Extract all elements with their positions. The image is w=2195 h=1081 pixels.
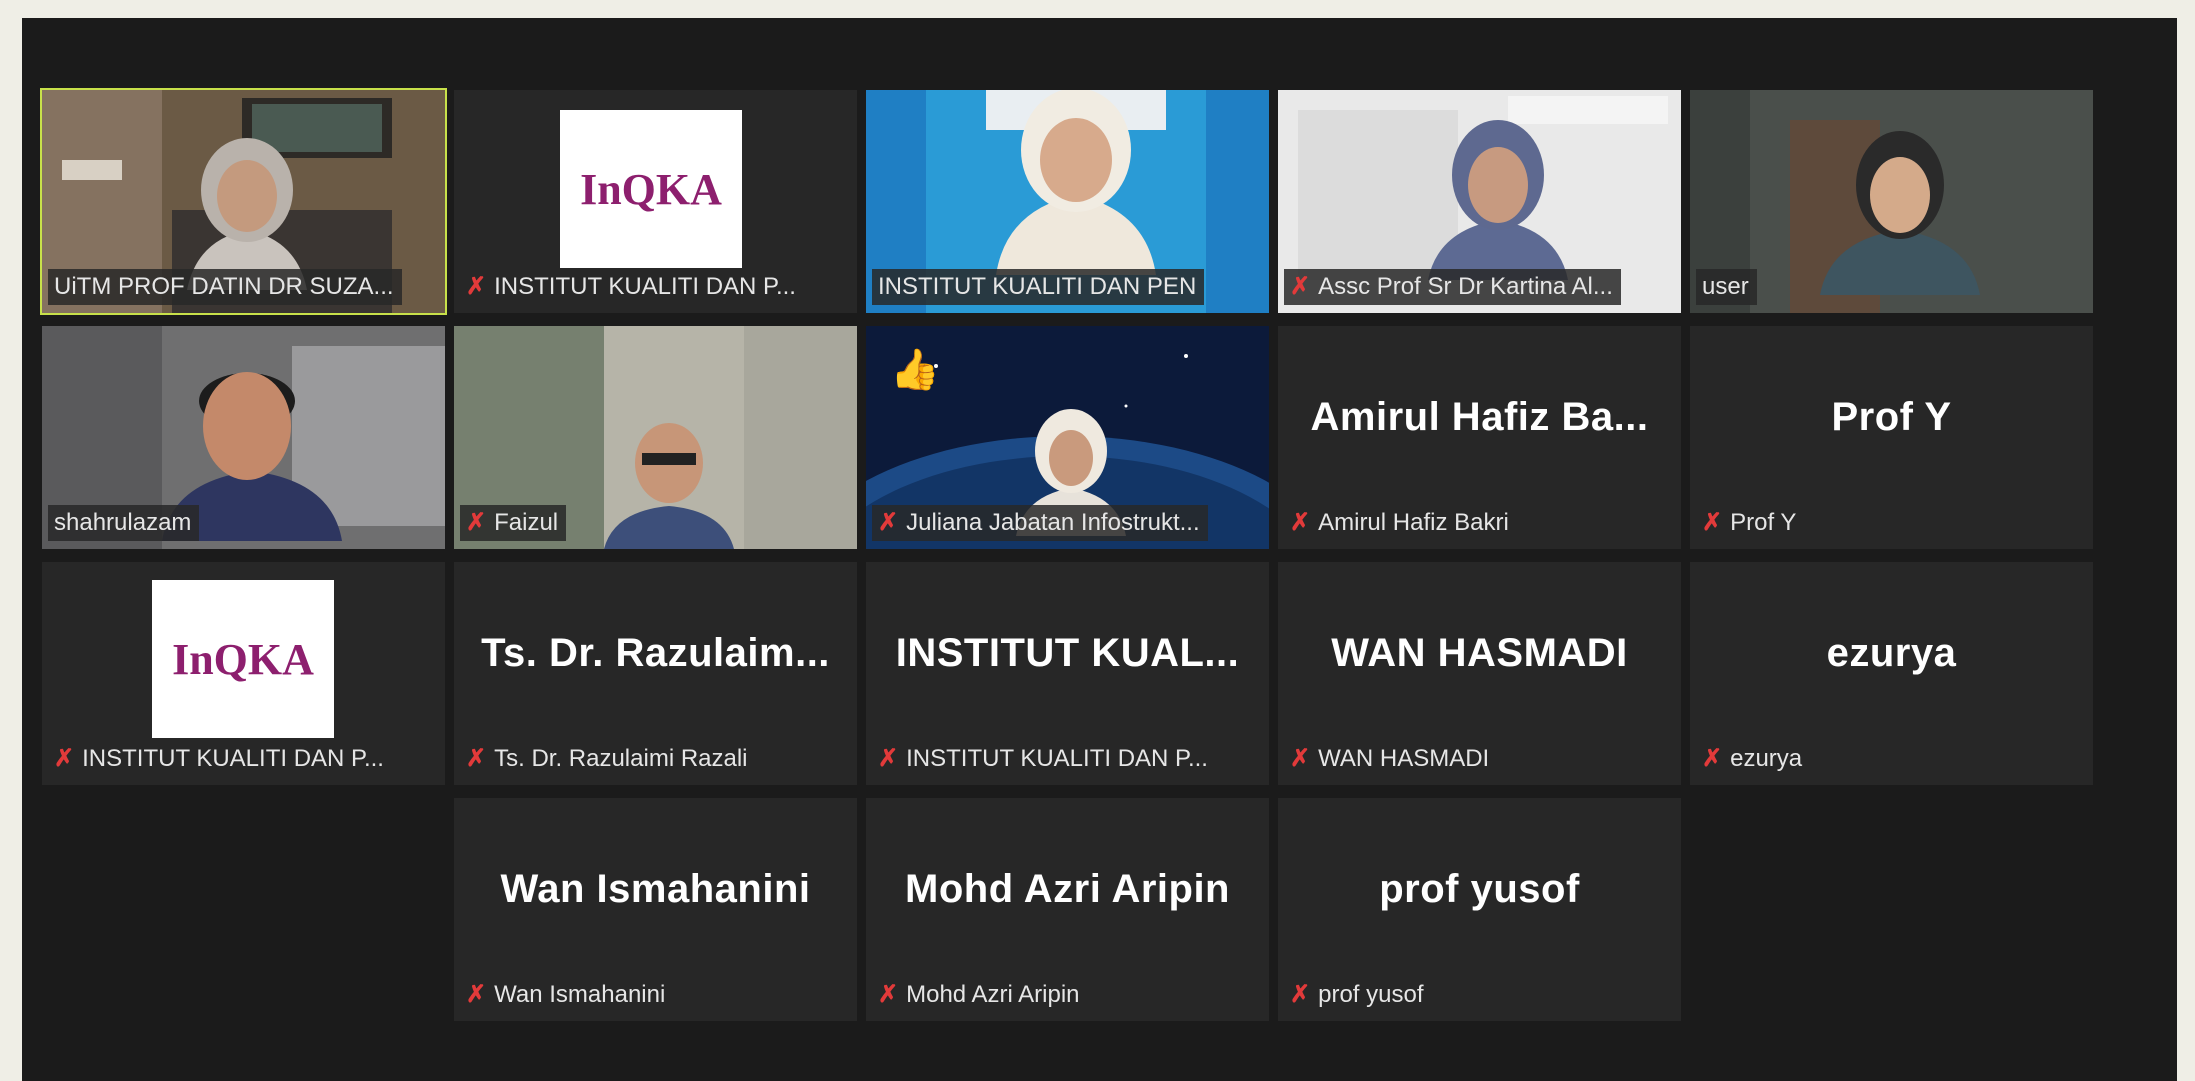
participant-label: shahrulazam bbox=[48, 505, 200, 541]
participant-video bbox=[1820, 131, 1980, 295]
muted-mic-icon: ✗ bbox=[1702, 509, 1723, 536]
muted-mic-icon: ✗ bbox=[1290, 745, 1311, 772]
muted-mic-icon: ✗ bbox=[54, 745, 75, 772]
participant-label: user bbox=[1696, 269, 1757, 305]
participant-label: ✗ Amirul Hafiz Bakri bbox=[1284, 505, 1517, 541]
inqka-logo: InQKA bbox=[152, 580, 334, 738]
participant-name: Prof Y bbox=[1730, 509, 1797, 536]
muted-mic-icon: ✗ bbox=[878, 981, 899, 1008]
video-tile-active-speaker[interactable]: UiTM PROF DATIN DR SUZA... bbox=[40, 88, 447, 315]
name-tile[interactable]: Ts. Dr. Razulaim... ✗ Ts. Dr. Razulaimi … bbox=[454, 562, 857, 785]
video-tile[interactable]: INSTITUT KUALITI DAN PEN bbox=[866, 90, 1269, 313]
muted-mic-icon: ✗ bbox=[466, 745, 487, 772]
name-tile[interactable]: Mohd Azri Aripin ✗ Mohd Azri Aripin bbox=[866, 798, 1269, 1021]
participant-name: ezurya bbox=[1730, 745, 1803, 772]
participant-label: ✗ INSTITUT KUALITI DAN P... bbox=[460, 269, 804, 305]
thumbs-up-reaction-icon: 👍 bbox=[890, 348, 940, 392]
participant-video bbox=[996, 90, 1156, 275]
participant-display-name: INSTITUT KUAL... bbox=[895, 631, 1240, 675]
video-tile[interactable]: user bbox=[1690, 90, 2093, 313]
participant-name: INSTITUT KUALITI DAN PEN bbox=[878, 273, 1197, 300]
participant-display-name: Prof Y bbox=[1831, 395, 1952, 439]
participant-display-name: ezurya bbox=[1826, 631, 1957, 675]
name-tile[interactable]: prof yusof ✗ prof yusof bbox=[1278, 798, 1681, 1021]
participant-label: ✗ Assc Prof Sr Dr Kartina Al... bbox=[1284, 269, 1621, 305]
video-tile[interactable]: InQKA ✗ INSTITUT KUALITI DAN P... bbox=[42, 562, 445, 785]
empty-slot bbox=[42, 798, 445, 1021]
participant-display-name: Wan Ismahanini bbox=[500, 867, 811, 911]
participant-label: ✗ Mohd Azri Aripin bbox=[872, 977, 1088, 1013]
participant-label: ✗ Juliana Jabatan Infostrukt... bbox=[872, 505, 1208, 541]
name-tile[interactable]: Wan Ismahanini ✗ Wan Ismahanini bbox=[454, 798, 857, 1021]
participant-name: Mohd Azri Aripin bbox=[906, 981, 1080, 1008]
video-tile[interactable]: shahrulazam bbox=[42, 326, 445, 549]
participant-name: INSTITUT KUALITI DAN P... bbox=[494, 273, 796, 300]
muted-mic-icon: ✗ bbox=[1290, 509, 1311, 536]
participant-video bbox=[604, 423, 734, 549]
inqka-logo: InQKA bbox=[560, 110, 742, 268]
participant-label: ✗ Ts. Dr. Razulaimi Razali bbox=[460, 741, 756, 777]
participant-name: Juliana Jabatan Infostrukt... bbox=[906, 509, 1200, 536]
participant-name: INSTITUT KUALITI DAN P... bbox=[906, 745, 1208, 772]
participant-label: ✗ Prof Y bbox=[1696, 505, 1805, 541]
name-tile[interactable]: ezurya ✗ ezurya bbox=[1690, 562, 2093, 785]
muted-mic-icon: ✗ bbox=[466, 273, 487, 300]
participant-name: UiTM PROF DATIN DR SUZA... bbox=[54, 273, 394, 300]
participant-name: Ts. Dr. Razulaimi Razali bbox=[494, 745, 748, 772]
muted-mic-icon: ✗ bbox=[1290, 273, 1311, 300]
name-tile[interactable]: Prof Y ✗ Prof Y bbox=[1690, 326, 2093, 549]
video-tile[interactable]: 👍 ✗ Juliana Jabatan Infostrukt... bbox=[866, 326, 1269, 549]
name-tile[interactable]: WAN HASMADI ✗ WAN HASMADI bbox=[1278, 562, 1681, 785]
muted-mic-icon: ✗ bbox=[1290, 981, 1311, 1008]
participant-label: ✗ INSTITUT KUALITI DAN P... bbox=[48, 741, 392, 777]
participant-name: Wan Ismahanini bbox=[494, 981, 666, 1008]
participant-label: ✗ Wan Ismahanini bbox=[460, 977, 674, 1013]
meeting-window: UiTM PROF DATIN DR SUZA... InQKA ✗ INSTI… bbox=[22, 18, 2177, 1081]
muted-mic-icon: ✗ bbox=[1702, 745, 1723, 772]
video-tile[interactable]: ✗ Assc Prof Sr Dr Kartina Al... bbox=[1278, 90, 1681, 313]
participant-video bbox=[187, 138, 307, 290]
participant-name: shahrulazam bbox=[54, 509, 192, 536]
participant-display-name: Ts. Dr. Razulaim... bbox=[481, 631, 830, 675]
muted-mic-icon: ✗ bbox=[466, 981, 487, 1008]
participant-display-name: WAN HASMADI bbox=[1331, 631, 1628, 675]
participant-name: Faizul bbox=[494, 509, 559, 536]
participant-name: Amirul Hafiz Bakri bbox=[1318, 509, 1509, 536]
logo-text: InQKA bbox=[172, 634, 314, 684]
muted-mic-icon: ✗ bbox=[878, 745, 899, 772]
participant-display-name: Mohd Azri Aripin bbox=[905, 867, 1230, 911]
name-tile[interactable]: INSTITUT KUAL... ✗ INSTITUT KUALITI DAN … bbox=[866, 562, 1269, 785]
participant-label: ✗ WAN HASMADI bbox=[1284, 741, 1498, 777]
participant-label: ✗ prof yusof bbox=[1284, 977, 1432, 1013]
participant-name: prof yusof bbox=[1318, 981, 1424, 1008]
participant-display-name: prof yusof bbox=[1379, 867, 1580, 911]
participant-name: WAN HASMADI bbox=[1318, 745, 1490, 772]
name-tile[interactable]: Amirul Hafiz Ba... ✗ Amirul Hafiz Bakri bbox=[1278, 326, 1681, 549]
logo-text: InQKA bbox=[580, 164, 722, 214]
participant-label: ✗ ezurya bbox=[1696, 741, 1811, 777]
participant-label: ✗ Faizul bbox=[460, 505, 567, 541]
muted-mic-icon: ✗ bbox=[466, 509, 487, 536]
muted-mic-icon: ✗ bbox=[878, 509, 899, 536]
participant-display-name: Amirul Hafiz Ba... bbox=[1310, 395, 1649, 439]
participant-video bbox=[1428, 120, 1568, 280]
participant-label: INSTITUT KUALITI DAN PEN bbox=[872, 269, 1205, 305]
participant-name: Assc Prof Sr Dr Kartina Al... bbox=[1318, 273, 1613, 300]
video-tile[interactable]: InQKA ✗ INSTITUT KUALITI DAN P... bbox=[454, 90, 857, 313]
participant-label: UiTM PROF DATIN DR SUZA... bbox=[48, 269, 402, 305]
video-tile[interactable]: ✗ Faizul bbox=[454, 326, 857, 549]
participant-label: ✗ INSTITUT KUALITI DAN P... bbox=[872, 741, 1216, 777]
gallery-grid: UiTM PROF DATIN DR SUZA... InQKA ✗ INSTI… bbox=[40, 88, 2093, 1021]
participant-name: user bbox=[1702, 273, 1749, 300]
participant-name: INSTITUT KUALITI DAN P... bbox=[82, 745, 384, 772]
